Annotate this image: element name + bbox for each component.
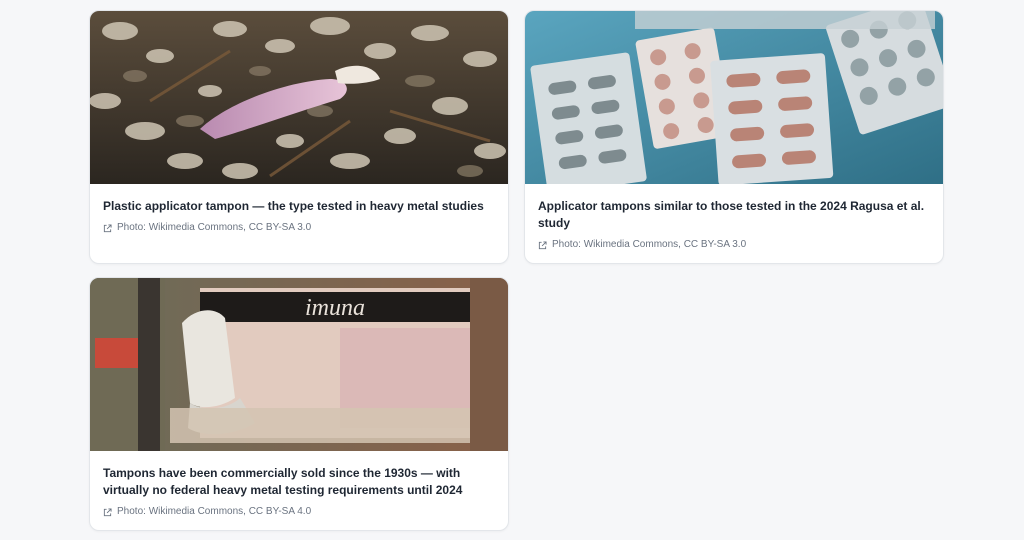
external-link-icon xyxy=(538,240,547,249)
image-card-1[interactable]: Plastic applicator tampon — the type tes… xyxy=(89,10,509,264)
vintage-tampon-box-photo: imuna xyxy=(90,278,508,451)
card-title: Tampons have been commercially sold sinc… xyxy=(103,466,463,497)
box-brand-text: imuna xyxy=(305,295,365,321)
photo-credit-text: Photo: Wikimedia Commons, CC BY-SA 3.0 xyxy=(117,222,312,233)
external-link-icon xyxy=(103,223,112,232)
blister-packs-photo xyxy=(525,11,943,184)
photo-credit[interactable]: Photo: Wikimedia Commons, CC BY-SA 4.0 xyxy=(103,505,495,519)
image-card-3[interactable]: imuna Tampons have been commercially sol… xyxy=(89,277,509,531)
photo-credit[interactable]: Photo: Wikimedia Commons, CC BY-SA 3.0 xyxy=(538,238,930,252)
card-title: Plastic applicator tampon — the type tes… xyxy=(103,199,484,213)
external-link-icon xyxy=(103,507,112,516)
photo-credit-text: Photo: Wikimedia Commons, CC BY-SA 4.0 xyxy=(117,506,312,517)
card-title: Applicator tampons similar to those test… xyxy=(538,199,925,230)
photo-credit-text: Photo: Wikimedia Commons, CC BY-SA 3.0 xyxy=(552,239,747,250)
tampon-on-shells-photo xyxy=(90,11,508,184)
image-card-2[interactable]: Applicator tampons similar to those test… xyxy=(524,10,944,264)
photo-credit[interactable]: Photo: Wikimedia Commons, CC BY-SA 3.0 xyxy=(103,221,495,235)
